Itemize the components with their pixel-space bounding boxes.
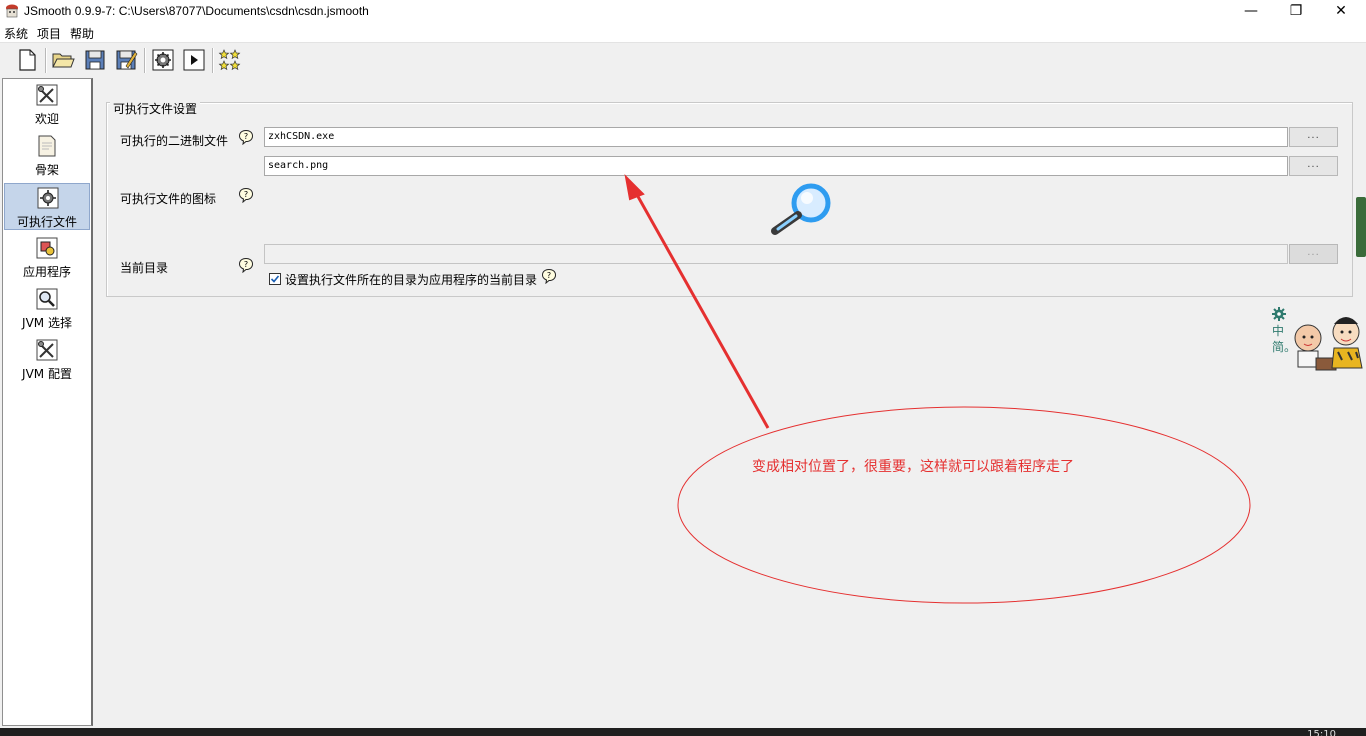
sidebar-item-label: JVM 配置 <box>22 367 72 381</box>
checkmark-icon <box>270 275 280 283</box>
title-bar: JSmooth 0.9.9-7: C:\Users\87077\Document… <box>0 0 1366 23</box>
cwd-browse-button[interactable]: ... <box>1289 244 1338 264</box>
search-preview-icon <box>771 183 831 235</box>
tools-icon <box>36 339 58 361</box>
svg-text:?: ? <box>244 190 248 199</box>
open-folder-icon[interactable] <box>51 48 75 72</box>
sidebar-item-label: JVM 选择 <box>22 316 72 330</box>
main-frame: 欢迎 骨架 可执行文件 应用程序 JVM 选择 JVM 配置 可执行文件设置 可… <box>0 76 1366 728</box>
sidebar-item-application[interactable]: 应用程序 <box>4 234 90 281</box>
magnifier-icon <box>36 288 58 310</box>
toolbar-separator <box>212 48 214 73</box>
annotation-text: 变成相对位置了，很重要，这样就可以跟着程序走了 <box>752 459 1074 475</box>
side-scroll-handle[interactable] <box>1356 197 1366 257</box>
icon-label: 可执行文件的图标 <box>120 192 217 206</box>
menu-project[interactable]: 项目 <box>37 25 61 42</box>
group-title: 可执行文件设置 <box>110 100 201 117</box>
sidebar-item-label: 骨架 <box>34 163 59 177</box>
binary-input[interactable]: zxhCSDN.exe <box>264 127 1288 147</box>
sidebar-item-welcome[interactable]: 欢迎 <box>4 81 90 128</box>
sticker-image: 中简。 <box>1270 306 1366 376</box>
sidebar-item-label: 欢迎 <box>34 112 59 126</box>
menu-system[interactable]: 系统 <box>4 25 28 42</box>
svg-text:?: ? <box>547 271 551 280</box>
icon-browse-button[interactable]: ... <box>1289 156 1338 176</box>
svg-text:?: ? <box>244 260 248 269</box>
new-file-icon[interactable] <box>15 48 39 72</box>
menu-bar: 系统 项目 帮助 <box>0 23 1366 42</box>
taskbar-strip <box>0 728 1366 736</box>
sidebar-item-jvm-config[interactable]: JVM 配置 <box>4 336 90 383</box>
toolbar-separator <box>144 48 146 73</box>
toolbar-separator <box>45 48 47 73</box>
tools-icon <box>36 84 58 106</box>
stars-icon[interactable] <box>218 48 242 72</box>
cwd-checkbox-label[interactable]: 设置执行文件所在的目录为应用程序的当前目录 <box>285 271 537 288</box>
save-icon[interactable] <box>83 48 107 72</box>
binary-label: 可执行的二进制文件 <box>120 134 229 148</box>
binary-browse-button[interactable]: ... <box>1289 127 1338 147</box>
help-icon[interactable]: ? <box>238 257 254 273</box>
cartoon-kids-icon <box>1294 317 1363 371</box>
application-icon <box>36 237 58 259</box>
taskbar-clock: 15:10 <box>1307 729 1336 736</box>
sidebar-item-label: 可执行文件 <box>16 215 77 229</box>
sidebar-item-executable[interactable]: 可执行文件 <box>4 183 90 230</box>
cwd-input[interactable] <box>264 244 1288 264</box>
gear-icon <box>37 187 59 209</box>
menu-help[interactable]: 帮助 <box>70 25 94 42</box>
svg-text:?: ? <box>244 132 248 141</box>
sidebar: 欢迎 骨架 可执行文件 应用程序 JVM 选择 JVM 配置 <box>2 78 93 726</box>
sidebar-item-label: 应用程序 <box>22 265 71 279</box>
cwd-checkbox[interactable] <box>269 273 281 285</box>
sticker-text: 中简。 <box>1272 324 1297 354</box>
run-icon[interactable] <box>182 48 206 72</box>
maximize-button[interactable]: ❐ <box>1273 0 1319 23</box>
skeleton-icon <box>38 135 56 157</box>
compile-icon[interactable] <box>151 48 175 72</box>
sidebar-item-jvm-select[interactable]: JVM 选择 <box>4 285 90 332</box>
help-icon[interactable]: ? <box>238 187 254 203</box>
icon-input[interactable]: search.png <box>264 156 1288 176</box>
window-title: JSmooth 0.9.9-7: C:\Users\87077\Document… <box>24 4 369 18</box>
jsmooth-app-icon <box>6 4 18 18</box>
cwd-label: 当前目录 <box>120 261 169 275</box>
toolbar <box>0 42 1366 77</box>
minimize-button[interactable]: — <box>1228 0 1274 23</box>
sidebar-item-skeleton[interactable]: 骨架 <box>4 132 90 179</box>
close-button[interactable]: ✕ <box>1318 0 1364 23</box>
help-icon[interactable]: ? <box>541 268 557 284</box>
help-icon[interactable]: ? <box>238 129 254 145</box>
save-as-icon[interactable] <box>114 48 138 72</box>
